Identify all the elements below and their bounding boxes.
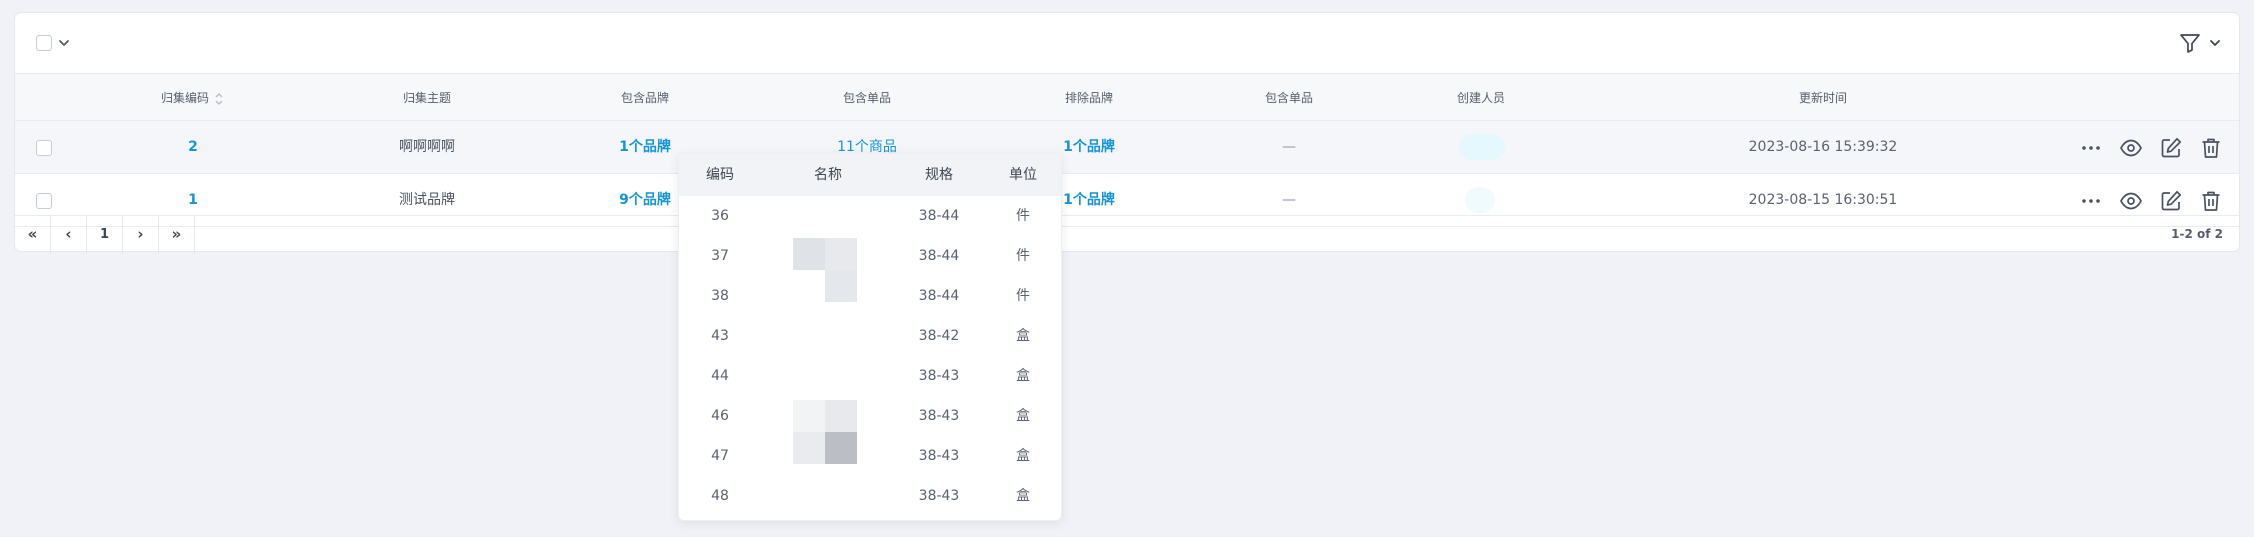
creator-tag	[1465, 187, 1495, 213]
cell-code[interactable]: 2	[188, 121, 198, 174]
cell-excluded-items: —	[1282, 139, 1296, 155]
eye-icon[interactable]	[2119, 136, 2143, 160]
more-icon[interactable]	[2079, 136, 2103, 160]
column-header-items: 包含单品	[842, 91, 892, 105]
popover-cell-unit: 件	[1016, 208, 1030, 224]
page-number-button[interactable]: 1	[87, 216, 123, 253]
popover-header-name: 名称	[814, 167, 842, 183]
popover-row: 47 38-43 盒	[679, 436, 1061, 476]
edit-icon[interactable]	[2159, 136, 2183, 160]
creator-tag	[1459, 134, 1505, 160]
popover-cell-unit: 盒	[1016, 488, 1030, 504]
popover-cell-spec: 38-43	[918, 448, 960, 464]
popover-cell-code: 48	[711, 488, 729, 504]
cell-updated: 2023-08-16 15:39:32	[1748, 139, 1898, 155]
popover-cell-unit: 件	[1016, 248, 1030, 264]
pagination: « ‹ 1 › » 1-2 of 2	[15, 215, 2239, 253]
cell-brands-link[interactable]: 1个品牌	[619, 121, 671, 174]
cell-excluded-brands-link[interactable]: 1个品牌	[1063, 121, 1115, 174]
items-popover: 编码 名称 规格 单位 36 38-44 件 37 38-44 件 38 38-…	[678, 153, 1062, 521]
popover-cell-spec: 38-44	[918, 248, 960, 264]
column-header-brands: 包含品牌	[620, 91, 670, 105]
data-table-card: 归集编码 归集主题 包含品牌 包含单品 排除品牌 包含单品 创建人员 更新时间 …	[14, 12, 2240, 253]
popover-cell-spec: 38-43	[918, 368, 960, 384]
popover-row: 43 38-42 盒	[679, 316, 1061, 356]
popover-cell-code: 43	[711, 328, 729, 344]
more-icon[interactable]	[2079, 189, 2103, 213]
trash-icon[interactable]	[2199, 189, 2223, 213]
popover-cell-unit: 盒	[1016, 328, 1030, 344]
pagination-count: 1-2 of 2	[2171, 227, 2223, 241]
popover-row: 37 38-44 件	[679, 236, 1061, 276]
select-all-checkbox[interactable]	[36, 35, 52, 51]
popover-cell-code: 47	[711, 448, 729, 464]
popover-cell-spec: 38-44	[918, 208, 960, 224]
popover-row: 38 38-44 件	[679, 276, 1061, 316]
trash-icon[interactable]	[2199, 136, 2223, 160]
table-toolbar	[15, 13, 2239, 73]
row-checkbox[interactable]	[36, 140, 52, 156]
sort-icon[interactable]	[213, 90, 225, 108]
popover-cell-spec: 38-42	[918, 328, 960, 344]
popover-cell-code: 38	[711, 288, 729, 304]
column-header-creator: 创建人员	[1456, 91, 1506, 105]
edit-icon[interactable]	[2159, 189, 2183, 213]
popover-cell-unit: 盒	[1016, 408, 1030, 424]
column-header-code[interactable]: 归集编码	[161, 74, 209, 122]
cell-theme: 啊啊啊啊	[399, 139, 455, 155]
chevron-down-icon[interactable]	[58, 37, 70, 49]
prev-page-button[interactable]: ‹	[51, 216, 87, 253]
popover-header-unit: 单位	[1009, 167, 1037, 183]
popover-cell-code: 36	[711, 208, 729, 224]
popover-cell-spec: 38-44	[918, 288, 960, 304]
chevron-down-icon	[2210, 40, 2220, 46]
first-page-button[interactable]: «	[15, 216, 51, 253]
popover-cell-code: 37	[711, 248, 729, 264]
popover-cell-unit: 件	[1016, 288, 1030, 304]
popover-header: 编码 名称 规格 单位	[679, 154, 1061, 196]
row-checkbox[interactable]	[36, 193, 52, 209]
popover-cell-unit: 盒	[1016, 448, 1030, 464]
popover-cell-spec: 38-43	[918, 488, 960, 504]
table-header: 归集编码 归集主题 包含品牌 包含单品 排除品牌 包含单品 创建人员 更新时间	[15, 73, 2239, 121]
popover-cell-unit: 盒	[1016, 368, 1030, 384]
popover-row: 48 38-43 盒	[679, 476, 1061, 516]
popover-header-spec: 规格	[925, 167, 953, 183]
popover-cell-code: 46	[711, 408, 729, 424]
column-header-theme: 归集主题	[402, 91, 452, 105]
filter-icon	[2180, 34, 2200, 53]
last-page-button[interactable]: »	[159, 216, 195, 253]
popover-header-code: 编码	[706, 167, 734, 183]
column-header-excluded-brands: 排除品牌	[1064, 91, 1114, 105]
eye-icon[interactable]	[2119, 189, 2143, 213]
table-row: 2 啊啊啊啊 1个品牌 11个商品 1个品牌 — 2023-08-16 15:3…	[15, 121, 2239, 174]
row-actions	[2075, 121, 2225, 174]
popover-row: 36 38-44 件	[679, 196, 1061, 236]
popover-cell-spec: 38-43	[918, 408, 960, 424]
filter-button[interactable]	[2179, 29, 2225, 57]
popover-row: 44 38-43 盒	[679, 356, 1061, 396]
popover-cell-code: 44	[711, 368, 729, 384]
column-header-updated: 更新时间	[1798, 91, 1848, 105]
next-page-button[interactable]: ›	[123, 216, 159, 253]
column-header-excluded-items: 包含单品	[1264, 91, 1314, 105]
popover-row: 46 38-43 盒	[679, 396, 1061, 436]
